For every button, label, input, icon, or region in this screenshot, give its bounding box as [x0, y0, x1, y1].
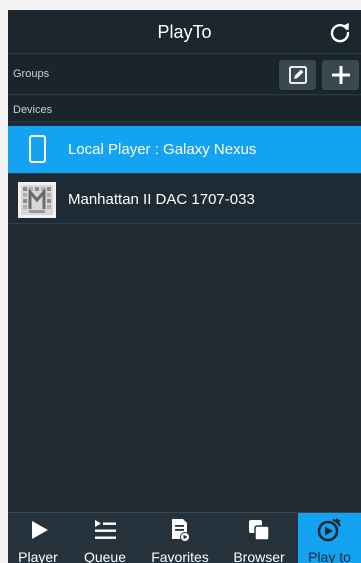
device-label: Manhattan II DAC 1707-033: [68, 191, 255, 208]
nav-item-favorites[interactable]: Favorites: [142, 513, 218, 563]
nav-label: Player: [18, 549, 58, 563]
phone-icon: [29, 135, 46, 163]
page-title: PlayTo: [157, 22, 212, 42]
browser-icon: [249, 520, 270, 541]
devices-label: Devices: [13, 104, 53, 116]
top-bar: PlayTo: [8, 10, 361, 54]
edit-group-button[interactable]: [279, 60, 316, 90]
empty-content-area: [8, 225, 361, 512]
groups-label: Groups: [13, 68, 50, 80]
devices-section: Devices: [8, 96, 361, 122]
nav-label: Browser: [233, 549, 285, 563]
app-window: PlayTo Groups Devices Local Player: Gal…: [8, 10, 361, 563]
bottom-nav: Player Queue Favorites Browser Play to: [8, 512, 361, 563]
groups-section: Groups: [8, 55, 361, 95]
device-item-local-player[interactable]: Local Player : Galaxy Nexus: [8, 126, 361, 174]
queue-icon: [95, 520, 116, 539]
refresh-button[interactable]: [325, 18, 355, 48]
nav-label: Queue: [83, 549, 127, 563]
device-item-manhattan-dac[interactable]: Manhattan II DAC 1707-033: [8, 176, 361, 224]
play-icon: [32, 521, 48, 539]
nav-label: Favorites: [151, 549, 209, 563]
nav-item-play-to[interactable]: Play to: [298, 513, 361, 563]
device-label: Local Player : Galaxy Nexus: [68, 141, 257, 158]
add-group-button[interactable]: [322, 60, 359, 90]
nav-item-queue[interactable]: Queue: [72, 513, 138, 563]
nav-item-player[interactable]: Player: [8, 513, 68, 563]
favorites-icon: [172, 519, 190, 542]
dac-device-icon: [18, 182, 56, 218]
edit-icon: [289, 66, 307, 84]
plus-icon: [332, 66, 350, 84]
nav-label: Play to: [308, 549, 351, 563]
nav-item-browser[interactable]: Browser: [222, 513, 296, 563]
refresh-icon: [330, 23, 350, 43]
play-to-icon: [317, 518, 342, 542]
